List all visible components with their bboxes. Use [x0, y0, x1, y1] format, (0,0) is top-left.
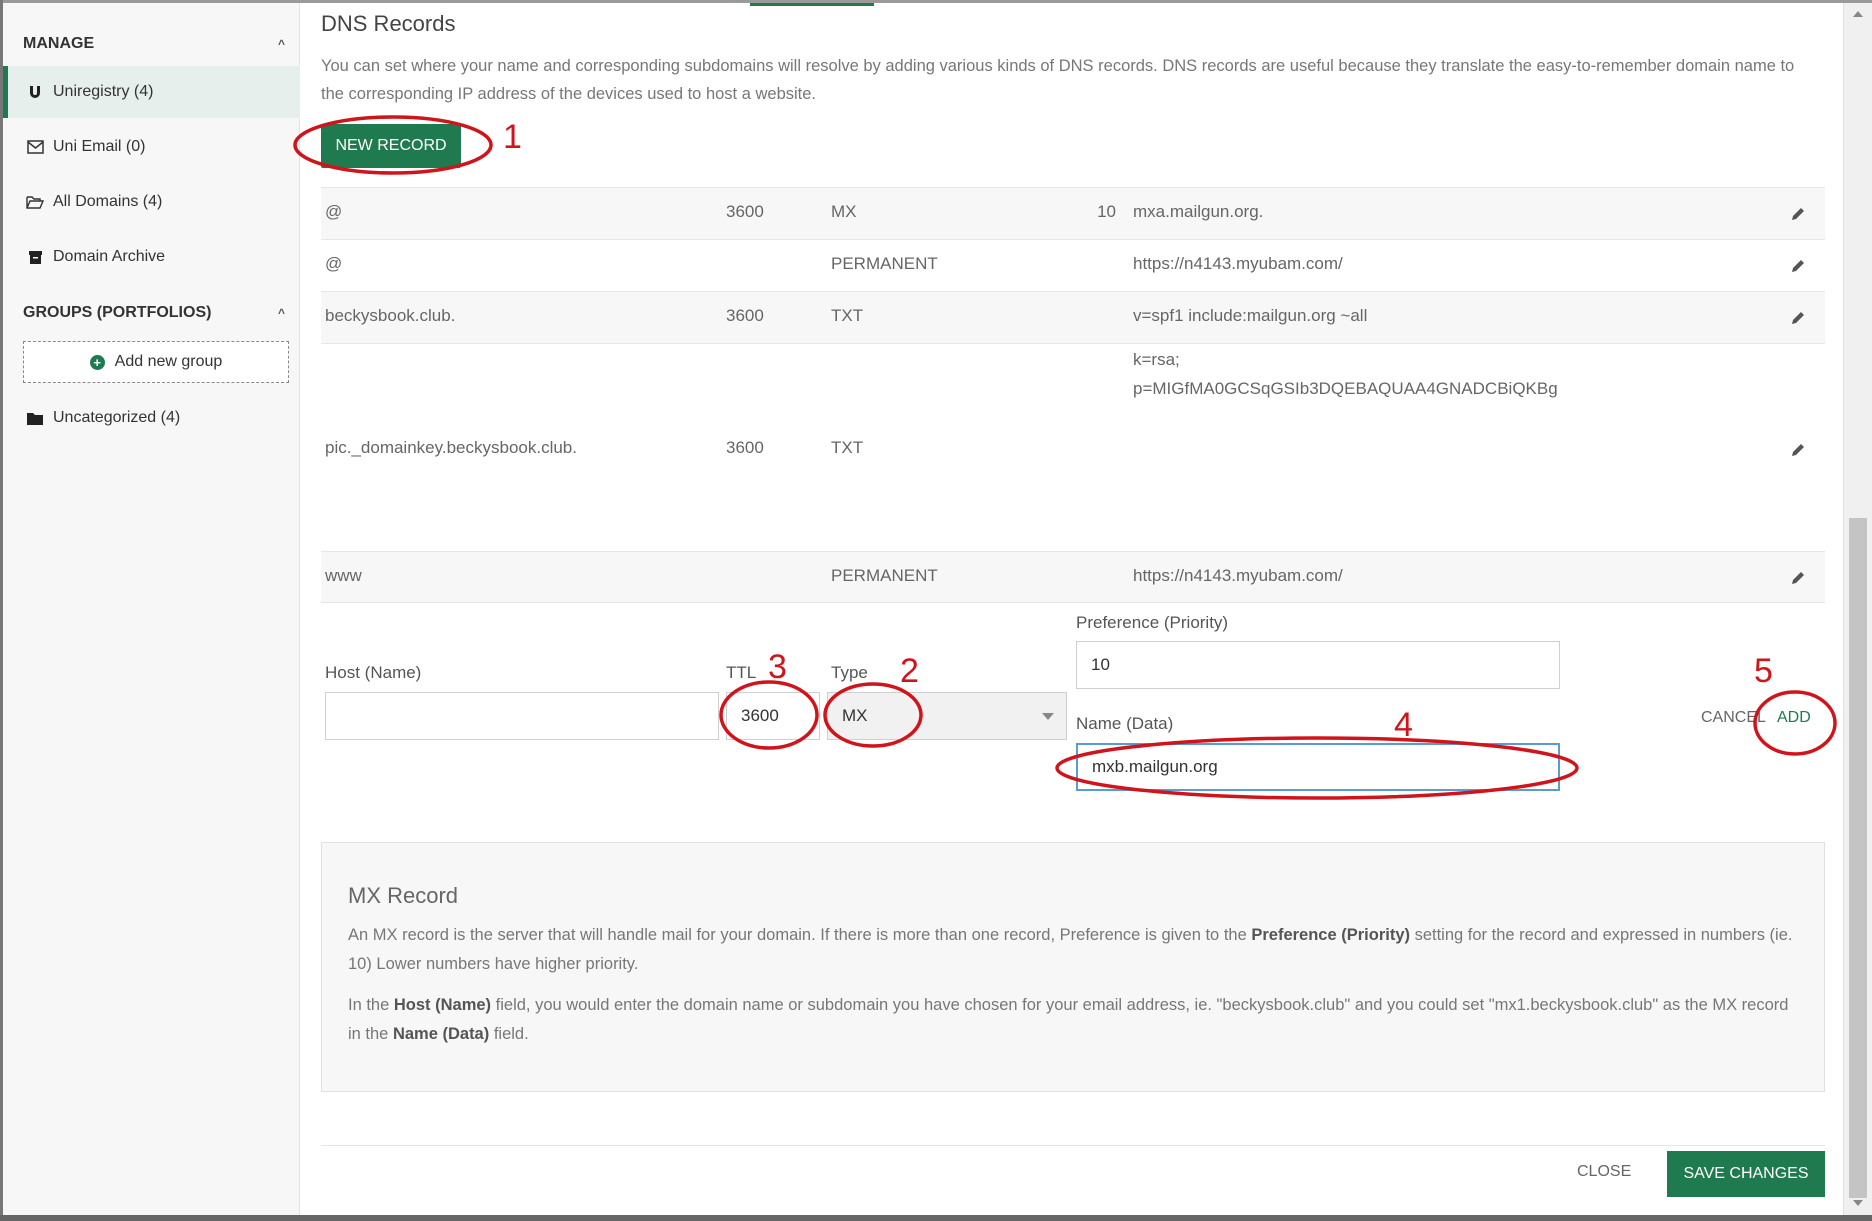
folder-open-icon [25, 195, 45, 209]
table-row: beckysbook.club. 3600 TXT v=spf1 include… [321, 291, 1825, 343]
folder-icon [25, 412, 45, 425]
preference-input[interactable] [1076, 641, 1560, 689]
type-select[interactable]: MX [827, 692, 1067, 740]
record-type: PERMANENT [831, 254, 938, 273]
type-select-value: MX [842, 706, 868, 725]
sidebar-item-domain-archive[interactable]: Domain Archive [3, 231, 300, 283]
help-text: In the [348, 996, 394, 1014]
manage-section-header[interactable]: MANAGE ^ [23, 29, 289, 59]
add-group-label: Add new group [114, 353, 223, 370]
record-data-line-2: p=MIGfMA0GCSqGSIb3DQEBAQUAA4GNADCBiQKBg [1133, 379, 1558, 398]
archive-icon [25, 250, 45, 265]
record-host: www [325, 566, 362, 585]
record-data: https://n4143.myubam.com/ [1133, 566, 1343, 585]
sidebar-item-uniregistry[interactable]: Uniregistry (4) [3, 66, 300, 118]
record-ttl: 3600 [726, 438, 764, 457]
vertical-scrollbar[interactable] [1843, 3, 1872, 1215]
annotation-number-3: 3 [768, 648, 787, 686]
mx-record-help-panel: MX Record An MX record is the server tha… [321, 842, 1825, 1092]
sidebar-item-label: Uni Email (0) [53, 138, 146, 155]
table-row: @ PERMANENT https://n4143.myubam.com/ [321, 239, 1825, 291]
main-panel: DNS Records You can set where your name … [301, 3, 1841, 1215]
groups-section-header[interactable]: GROUPS (PORTFOLIOS) ^ [23, 298, 289, 328]
record-type: PERMANENT [831, 566, 938, 585]
scroll-up-arrow-icon[interactable] [1853, 11, 1863, 17]
record-data: https://n4143.myubam.com/ [1133, 254, 1343, 273]
chevron-down-icon [1042, 713, 1054, 720]
magnet-icon [25, 84, 45, 100]
window-bottom-border [0, 1215, 1872, 1221]
help-title: MX Record [348, 883, 459, 908]
help-bold-text: Host (Name) [393, 996, 492, 1014]
record-type: TXT [831, 438, 864, 457]
record-host: beckysbook.club. [325, 306, 456, 325]
scrollbar-thumb[interactable] [1849, 518, 1867, 1198]
sidebar-item-label: Domain Archive [53, 248, 166, 265]
help-paragraph-2: In the Host (Name) field, you would ente… [348, 991, 1798, 1049]
ttl-input[interactable] [726, 692, 820, 740]
record-data: v=spf1 include:mailgun.org ~all [1133, 306, 1368, 325]
sidebar-item-label: Uncategorized (4) [53, 409, 181, 426]
help-bold-text: Preference (Priority) [1251, 926, 1410, 944]
add-new-group-button[interactable]: + Add new group [23, 341, 289, 383]
pencil-icon[interactable] [1789, 309, 1807, 327]
scroll-down-arrow-icon[interactable] [1853, 1200, 1863, 1206]
record-preference: 10 [1097, 202, 1116, 221]
record-data-line-1: k=rsa; [1133, 350, 1180, 369]
add-button[interactable]: ADD [1777, 709, 1811, 727]
close-button[interactable]: CLOSE [1577, 1163, 1631, 1181]
pencil-icon[interactable] [1789, 257, 1807, 275]
pencil-icon[interactable] [1789, 569, 1807, 587]
host-label: Host (Name) [325, 663, 422, 682]
save-changes-button[interactable]: SAVE CHANGES [1667, 1151, 1825, 1197]
sidebar-item-label: All Domains (4) [53, 193, 163, 210]
host-input[interactable] [325, 692, 719, 740]
record-data: mxa.mailgun.org. [1133, 202, 1264, 221]
envelope-icon [25, 140, 45, 154]
sidebar: MANAGE ^ Uniregistry (4) Uni Email (0) A… [3, 3, 300, 1215]
help-text: An MX record is the server that will han… [348, 926, 1252, 944]
page-title: DNS Records [321, 11, 456, 36]
sidebar-item-all-domains[interactable]: All Domains (4) [3, 176, 300, 228]
sidebar-item-uni-email[interactable]: Uni Email (0) [3, 121, 300, 173]
manage-heading: MANAGE [23, 35, 95, 52]
annotation-number-5: 5 [1754, 652, 1773, 690]
annotation-number-2: 2 [900, 652, 919, 690]
record-host: @ [325, 254, 343, 273]
annotation-number-1: 1 [503, 118, 522, 156]
table-row: www PERMANENT https://n4143.myubam.com/ [321, 551, 1825, 603]
groups-heading: GROUPS (PORTFOLIOS) [23, 304, 212, 321]
plus-circle-icon: + [89, 354, 105, 370]
data-input[interactable] [1076, 743, 1560, 791]
sidebar-item-label: Uniregistry (4) [53, 83, 154, 100]
help-text: field. [489, 1025, 529, 1043]
record-type: TXT [831, 306, 864, 325]
footer-divider [321, 1145, 1825, 1146]
help-paragraph-1: An MX record is the server that will han… [348, 921, 1798, 979]
active-tab-indicator [750, 3, 874, 6]
new-record-button[interactable]: NEW RECORD [321, 124, 461, 168]
chevron-up-icon[interactable]: ^ [278, 37, 285, 51]
intro-text: You can set where your name and correspo… [321, 57, 1795, 103]
help-bold-text: Name (Data) [392, 1025, 490, 1043]
help-text: field, you would enter the domain name o… [348, 996, 1789, 1043]
record-host: pic._domainkey.beckysbook.club. [325, 438, 577, 457]
sidebar-item-uncategorized[interactable]: Uncategorized (4) [3, 392, 300, 444]
pencil-icon[interactable] [1789, 441, 1807, 459]
data-label: Name (Data) [1076, 714, 1174, 733]
dns-records-table: @ 3600 MX 10 mxa.mailgun.org. @ PERMANEN… [321, 187, 1825, 603]
record-ttl: 3600 [726, 202, 764, 221]
table-row: pic._domainkey.beckysbook.club. 3600 TXT… [321, 343, 1825, 551]
cancel-button[interactable]: CANCEL [1701, 709, 1766, 727]
type-label: Type [831, 663, 868, 682]
record-host: @ [325, 202, 343, 221]
record-ttl: 3600 [726, 306, 764, 325]
preference-label: Preference (Priority) [1076, 613, 1229, 632]
pencil-icon[interactable] [1789, 205, 1807, 223]
record-type: MX [831, 202, 857, 221]
annotation-number-4: 4 [1394, 706, 1413, 744]
table-row: @ 3600 MX 10 mxa.mailgun.org. [321, 187, 1825, 239]
ttl-label: TTL [726, 663, 757, 682]
chevron-up-icon[interactable]: ^ [278, 306, 285, 320]
